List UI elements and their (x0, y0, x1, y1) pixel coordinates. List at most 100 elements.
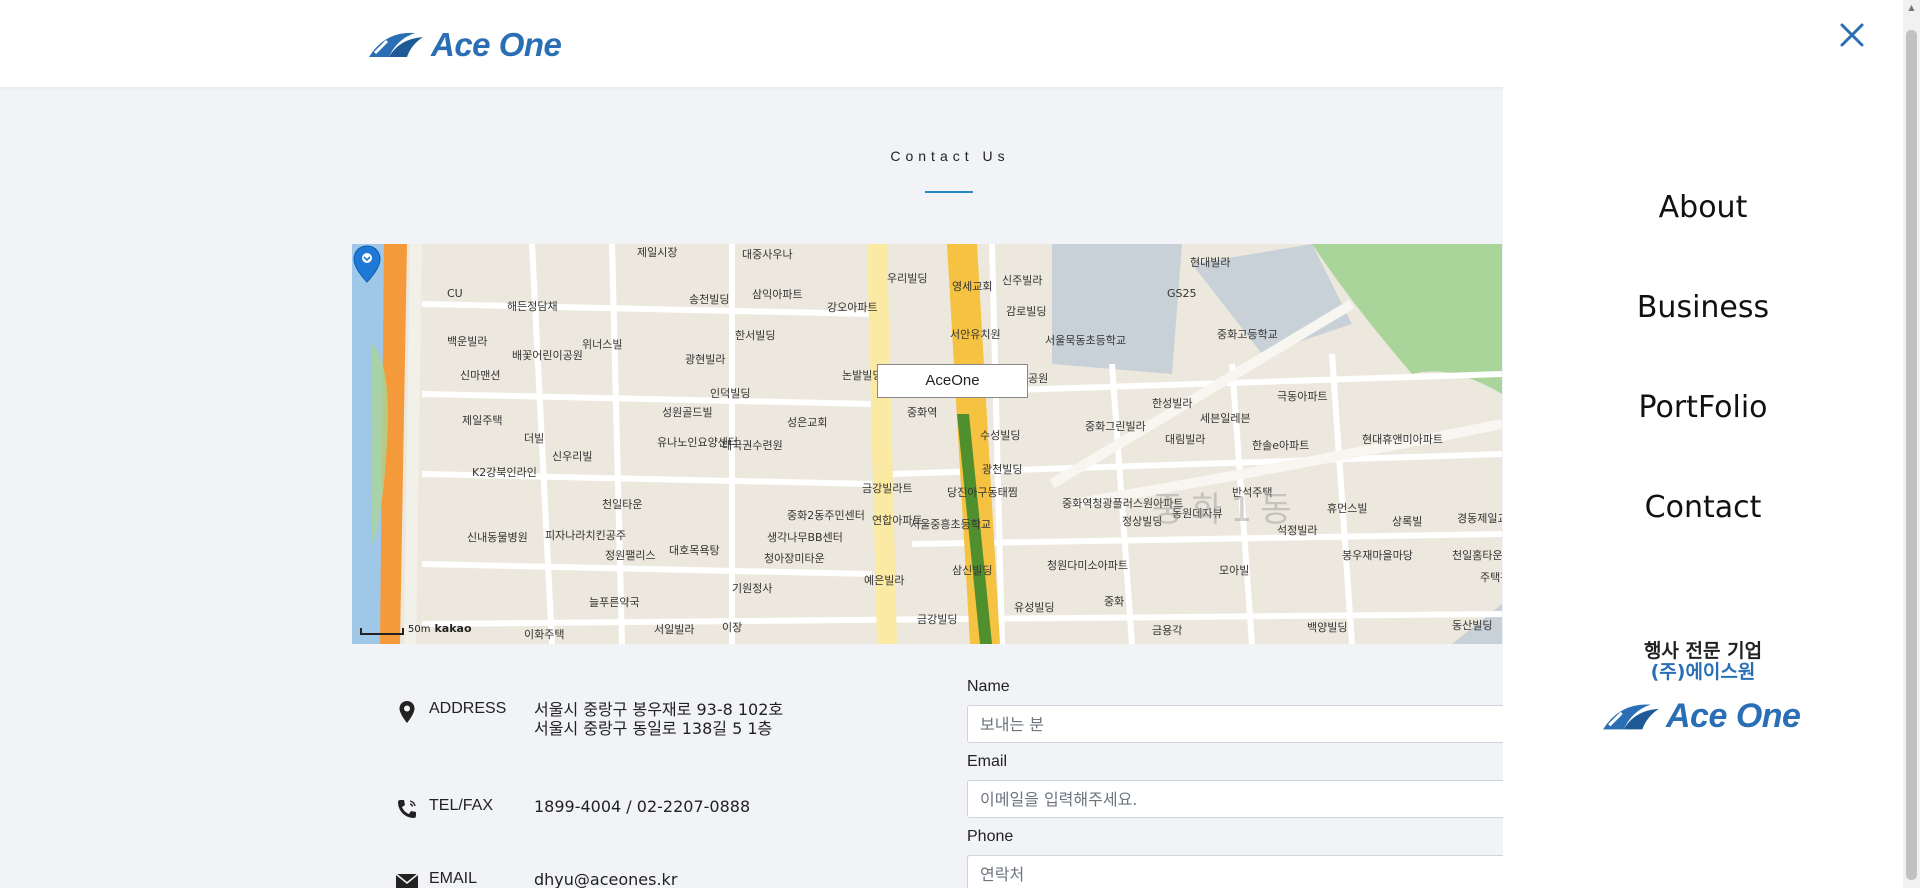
map-place: 송천빌딩 (689, 293, 730, 306)
map-place: 태극권수련원 (722, 439, 783, 452)
tel-value: 1899-4004 / 02-2207-0888 (534, 797, 751, 816)
map-place: 삼신빌딩 (952, 564, 993, 577)
map-place: 강오아파트 (827, 301, 878, 314)
email-label: EMAIL (429, 870, 478, 887)
map-place: 대중사우나 (742, 248, 793, 261)
tel-label: TEL/FAX (429, 797, 494, 814)
map-scale-label: 50m (408, 624, 431, 635)
email-field-label: Email (967, 753, 1008, 770)
map-place: 삼익아파트 (752, 288, 803, 301)
map-place: 수성빌딩 (980, 429, 1021, 442)
email-value[interactable]: dhyu@aceones.kr (534, 870, 677, 888)
nav-about[interactable]: About (1503, 190, 1903, 225)
scrollbar-thumb[interactable] (1906, 30, 1917, 880)
map-place: 서울묵동초등학교 (1045, 334, 1126, 347)
map-place: 상록빌 (1392, 515, 1423, 528)
map-place: 유성빌딩 (1014, 601, 1055, 614)
map-scale: 50m kakao (360, 622, 472, 635)
map-place: 금용각 (1152, 624, 1183, 637)
map-place: 서울중흥초등학교 (910, 518, 991, 531)
name-label: Name (967, 678, 1010, 695)
map-place: 서안유치원 (950, 328, 1001, 341)
section-title: Contact Us (890, 148, 1010, 164)
ace-one-logo-icon (1603, 703, 1659, 729)
map-place: 중화고등학교 (1217, 328, 1278, 341)
map-place: 세븐일레븐 (1200, 412, 1251, 425)
close-icon[interactable] (1837, 20, 1867, 50)
map-place: 제일시장 (637, 246, 678, 259)
map-place: 한성빌라 (1152, 397, 1193, 410)
side-logo-text: Ace One (1666, 697, 1801, 735)
map-place: 늘푸른약국 (589, 596, 640, 609)
map-place: 이장 (722, 621, 743, 634)
map-place: 피자나라치킨공주 (545, 529, 626, 542)
map-place: 현대휴앤미아파트 (1362, 433, 1443, 446)
map-place: 청원다미소아파트 (1047, 559, 1128, 572)
location-map[interactable]: 제일시장 대중사우나 우리빌딩 영세교회 신주빌라 현대빌라 CU 해든정담채 … (352, 244, 1502, 644)
side-panel-logo[interactable]: Ace One (1601, 697, 1801, 736)
map-place: 경동제일교회 (1457, 512, 1502, 525)
side-menu-panel (1503, 0, 1920, 888)
address-line-1: 서울시 중랑구 봉우재로 93-8 102호 (534, 700, 784, 719)
map-place: 중화역 (907, 406, 938, 419)
map-place: 휴먼스빌 (1327, 502, 1368, 515)
map-place: 한서빌딩 (735, 329, 776, 342)
map-place: 더빌 (524, 432, 545, 445)
map-place: 신마맨션 (460, 369, 501, 382)
map-place: 감로빌딩 (1006, 305, 1047, 318)
map-place: 대림빌라 (1165, 433, 1206, 446)
map-place: 위너스빌 (582, 338, 623, 351)
map-place: 극동아파트 (1277, 390, 1328, 403)
title-underline (925, 191, 973, 193)
map-place: 봉우재마을마당 (1342, 549, 1413, 562)
map-place: 신주빌라 (1002, 274, 1043, 287)
phone-input[interactable] (967, 855, 1507, 888)
ace-one-logo-icon (369, 32, 423, 57)
nav-business[interactable]: Business (1503, 290, 1903, 325)
map-place: 광천빌딩 (982, 463, 1023, 476)
map-place: 당진아구동태찜 (947, 486, 1018, 499)
map-scale-bar (360, 628, 404, 635)
header-logo[interactable]: Ace One (367, 26, 562, 64)
map-pin-icon[interactable] (352, 244, 382, 284)
envelope-icon (395, 870, 419, 888)
map-place: 금강빌딩 (917, 613, 958, 626)
map-place: 백양빌딩 (1307, 621, 1348, 634)
map-place: 예은빌라 (864, 574, 905, 587)
address-value: 서울시 중랑구 봉우재로 93-8 102호 서울시 중랑구 동일로 138길 … (534, 700, 783, 738)
scroll-up-icon[interactable]: ▲ (1906, 2, 1917, 14)
map-place: 이화주택 (524, 628, 565, 641)
map-place: 생각나무BB센터 (767, 531, 843, 544)
map-place: 중화2동주민센터 (787, 509, 865, 522)
email-input[interactable] (967, 780, 1507, 818)
map-place: 천일타운 (602, 498, 643, 511)
nav-portfolio[interactable]: PortFolio (1503, 390, 1903, 425)
map-place: 금강빌라트 (862, 482, 913, 495)
map-place: 서일빌라 (654, 623, 695, 636)
map-place: 중화그린빌라 (1085, 420, 1146, 433)
map-place: 한솔e아파트 (1252, 439, 1310, 452)
email-row: EMAIL dhyu@aceones.kr (395, 870, 677, 888)
tagline-line-1: 행사 전문 기업 (1643, 640, 1763, 662)
map-marker-icon (395, 700, 419, 724)
map-place: K2강북인라인 (472, 466, 537, 479)
map-place: GS25 (1167, 287, 1197, 300)
tel-row: TEL/FAX 1899-4004 / 02-2207-0888 (395, 797, 750, 821)
map-place: 광현빌라 (685, 353, 726, 366)
map-place: 성원골드빌 (662, 406, 713, 419)
map-place: 정원팰리스 (605, 549, 656, 562)
nav-contact[interactable]: Contact (1503, 490, 1903, 525)
tagline-line-2: (주)에이스원 (1650, 661, 1756, 683)
map-place: CU (447, 287, 463, 300)
phone-icon (395, 797, 419, 821)
map-place: 동산빌딩 (1452, 619, 1493, 632)
map-place: 천일홈타운 (1452, 549, 1502, 562)
map-place: 신내동물병원 (467, 531, 528, 544)
map-marker-label[interactable]: AceOne (877, 364, 1028, 398)
map-place: 영세교회 (952, 280, 993, 293)
map-place: 해든정담채 (507, 300, 558, 313)
name-input[interactable] (967, 705, 1507, 743)
map-place: 제일주택 (462, 414, 503, 427)
phone-label: Phone (967, 828, 1014, 845)
map-place: 공원 (1028, 372, 1049, 385)
